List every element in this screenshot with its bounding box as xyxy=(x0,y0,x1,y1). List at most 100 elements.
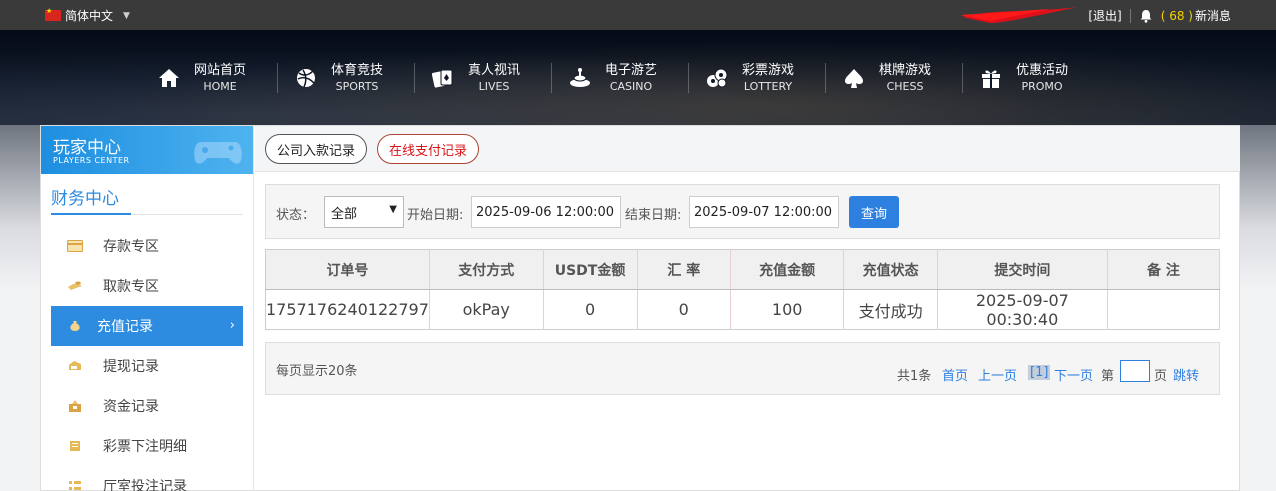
nav-label: 优惠活动 xyxy=(1016,62,1069,78)
players-center-header: 玩家中心 PLAYERS CENTER xyxy=(41,126,253,174)
nav-label: 彩票游戏 xyxy=(742,62,795,78)
sidebar-item-recharge[interactable]: 充值记录 › xyxy=(51,306,243,346)
divider xyxy=(1129,8,1131,23)
sidebar-item-label: 资金记录 xyxy=(103,399,159,415)
hall-bet-icon xyxy=(69,481,81,490)
nav-sublabel: PROMO xyxy=(1021,79,1063,93)
main-content: 公司入款记录 在线支付记录 状态： 全部 ▼ 开始日期: 2025-09-06 … xyxy=(255,126,1240,491)
per-page-text: 每页显示20条 xyxy=(276,364,358,379)
nav-lives[interactable]: 真人视讯 LIVES xyxy=(414,55,551,101)
nav-sublabel: CHESS xyxy=(886,79,924,93)
funds-icon xyxy=(69,400,81,412)
col-rate: 汇 率 xyxy=(637,249,731,290)
jump-link[interactable]: 跳转 xyxy=(1173,365,1199,384)
sidebar-item-label: 厅室投注记录 xyxy=(103,479,187,491)
home-icon xyxy=(159,68,179,87)
chevron-down-icon: ▼ xyxy=(389,204,397,215)
message-label[interactable]: 新消息 xyxy=(1195,7,1231,24)
cell-rate: 0 xyxy=(637,289,731,330)
lottery-icon xyxy=(707,68,728,87)
cell-pay-method: okPay xyxy=(429,289,544,330)
nav-label: 棋牌游戏 xyxy=(879,62,932,78)
col-pay-method: 支付方式 xyxy=(429,249,544,290)
money-bag-icon xyxy=(70,321,80,331)
logout-link[interactable]: [退出] xyxy=(1088,7,1121,24)
sidebar-item-label: 提现记录 xyxy=(103,359,159,375)
prev-page-link[interactable]: 上一页 xyxy=(978,365,1017,384)
message-count[interactable]: ( 68 ) xyxy=(1161,9,1193,23)
first-page-link[interactable]: 首页 xyxy=(942,365,968,384)
sidebar-item-label: 充值记录 xyxy=(97,319,153,335)
chevron-down-icon: ▼ xyxy=(123,10,130,21)
nav-chess[interactable]: 棋牌游戏 CHESS xyxy=(825,55,962,101)
total-count: 共1条 xyxy=(897,369,932,384)
sidebar-item-withdraw[interactable]: 取款专区 xyxy=(51,266,243,306)
records-table: 订单号 支付方式 USDT金额 汇 率 充值金额 充值状态 提交时间 备 注 1… xyxy=(265,249,1221,330)
cell-submit-time: 2025-09-07 00:30:40 xyxy=(937,289,1108,330)
table-row: 1757176240122797 okPay 0 0 100 支付成功 2025… xyxy=(265,289,1221,330)
nav-casino[interactable]: 电子游艺 CASINO xyxy=(551,55,688,101)
chevron-right-icon: › xyxy=(229,318,235,333)
china-flag-icon xyxy=(45,7,61,21)
nav-sublabel: SPORTS xyxy=(335,79,379,93)
end-date-input[interactable]: 2025-09-07 12:00:00 xyxy=(689,196,839,228)
language-selector[interactable]: 简体中文 ▼ xyxy=(45,7,130,24)
col-usdt-amount: USDT金额 xyxy=(543,249,638,290)
nav-home[interactable]: 网站首页 HOME xyxy=(140,55,277,101)
current-page[interactable]: [1] xyxy=(1028,365,1051,380)
withdraw-icon xyxy=(68,281,82,290)
nav-label: 电子游艺 xyxy=(605,62,658,78)
nav-label: 网站首页 xyxy=(194,62,247,78)
nav-sports[interactable]: 体育竞技 SPORTS xyxy=(277,55,414,101)
section-underline xyxy=(51,213,131,215)
end-date-label: 结束日期: xyxy=(625,208,682,223)
gamepad-icon xyxy=(194,142,242,164)
nav-sublabel: HOME xyxy=(203,79,237,93)
bell-icon[interactable] xyxy=(1139,9,1153,23)
sidebar-item-funds[interactable]: 资金记录 xyxy=(51,386,243,426)
lottery-bet-icon xyxy=(70,441,80,451)
top-bar: 简体中文 ▼ [退出] ( 68 ) 新消息 xyxy=(0,0,1276,30)
start-date-input[interactable]: 2025-09-06 12:00:00 xyxy=(471,196,621,228)
table-header-row: 订单号 支付方式 USDT金额 汇 率 充值金额 充值状态 提交时间 备 注 xyxy=(265,249,1221,290)
col-submit-time: 提交时间 xyxy=(937,249,1108,290)
goto-prefix: 第 xyxy=(1101,369,1115,384)
cards-icon xyxy=(432,69,453,88)
deposit-icon xyxy=(67,240,83,252)
next-page-link[interactable]: 下一页 xyxy=(1054,365,1093,384)
status-select[interactable]: 全部 ▼ xyxy=(324,196,404,228)
sidebar-item-hall-bets[interactable]: 厅室投注记录 xyxy=(51,466,243,491)
redaction-mark xyxy=(960,7,1078,23)
players-center-subtitle: PLAYERS CENTER xyxy=(53,156,130,165)
col-order-no: 订单号 xyxy=(265,249,430,290)
nav-promo[interactable]: 优惠活动 PROMO xyxy=(962,55,1099,101)
filter-bar: 状态： 全部 ▼ 开始日期: 2025-09-06 12:00:00 结束日期:… xyxy=(265,184,1220,239)
sidebar-item-lottery-bets[interactable]: 彩票下注明细 xyxy=(51,426,243,466)
nav-sublabel: LIVES xyxy=(478,79,510,93)
col-recharge-amount: 充值金额 xyxy=(730,249,845,290)
record-tabs: 公司入款记录 在线支付记录 xyxy=(255,126,1240,172)
sidebar-item-label: 存款专区 xyxy=(103,239,159,255)
cell-usdt-amount: 0 xyxy=(543,289,638,330)
query-button[interactable]: 查询 xyxy=(849,196,899,228)
nav-label: 体育竞技 xyxy=(331,62,384,78)
language-label: 简体中文 xyxy=(65,9,114,23)
tab-company-deposit[interactable]: 公司入款记录 xyxy=(265,134,367,164)
tab-online-payment[interactable]: 在线支付记录 xyxy=(377,134,479,164)
ball-icon xyxy=(297,68,315,87)
sidebar-item-label: 取款专区 xyxy=(103,279,159,295)
col-recharge-status: 充值状态 xyxy=(843,249,938,290)
sidebar-item-deposit[interactable]: 存款专区 xyxy=(51,226,243,266)
spade-icon xyxy=(845,68,863,88)
sidebar-item-cashout[interactable]: 提现记录 xyxy=(51,346,243,386)
nav-lottery[interactable]: 彩票游戏 LOTTERY xyxy=(688,55,825,101)
cell-order-no: 1757176240122797 xyxy=(265,289,430,330)
start-date-label: 开始日期: xyxy=(407,208,464,223)
main-nav: 网站首页 HOME 体育竞技 SPORTS 真人视讯 LIVES 电子游艺 CA… xyxy=(140,30,1099,125)
nav-sublabel: CASINO xyxy=(609,79,653,93)
content-container: 玩家中心 PLAYERS CENTER 财务中心 存款专区 取款专区 充值记录 … xyxy=(40,125,1240,491)
nav-sublabel: LOTTERY xyxy=(743,79,793,93)
gift-icon xyxy=(982,70,1000,88)
page-number-input[interactable] xyxy=(1120,360,1150,382)
cell-recharge-status: 支付成功 xyxy=(843,289,938,330)
